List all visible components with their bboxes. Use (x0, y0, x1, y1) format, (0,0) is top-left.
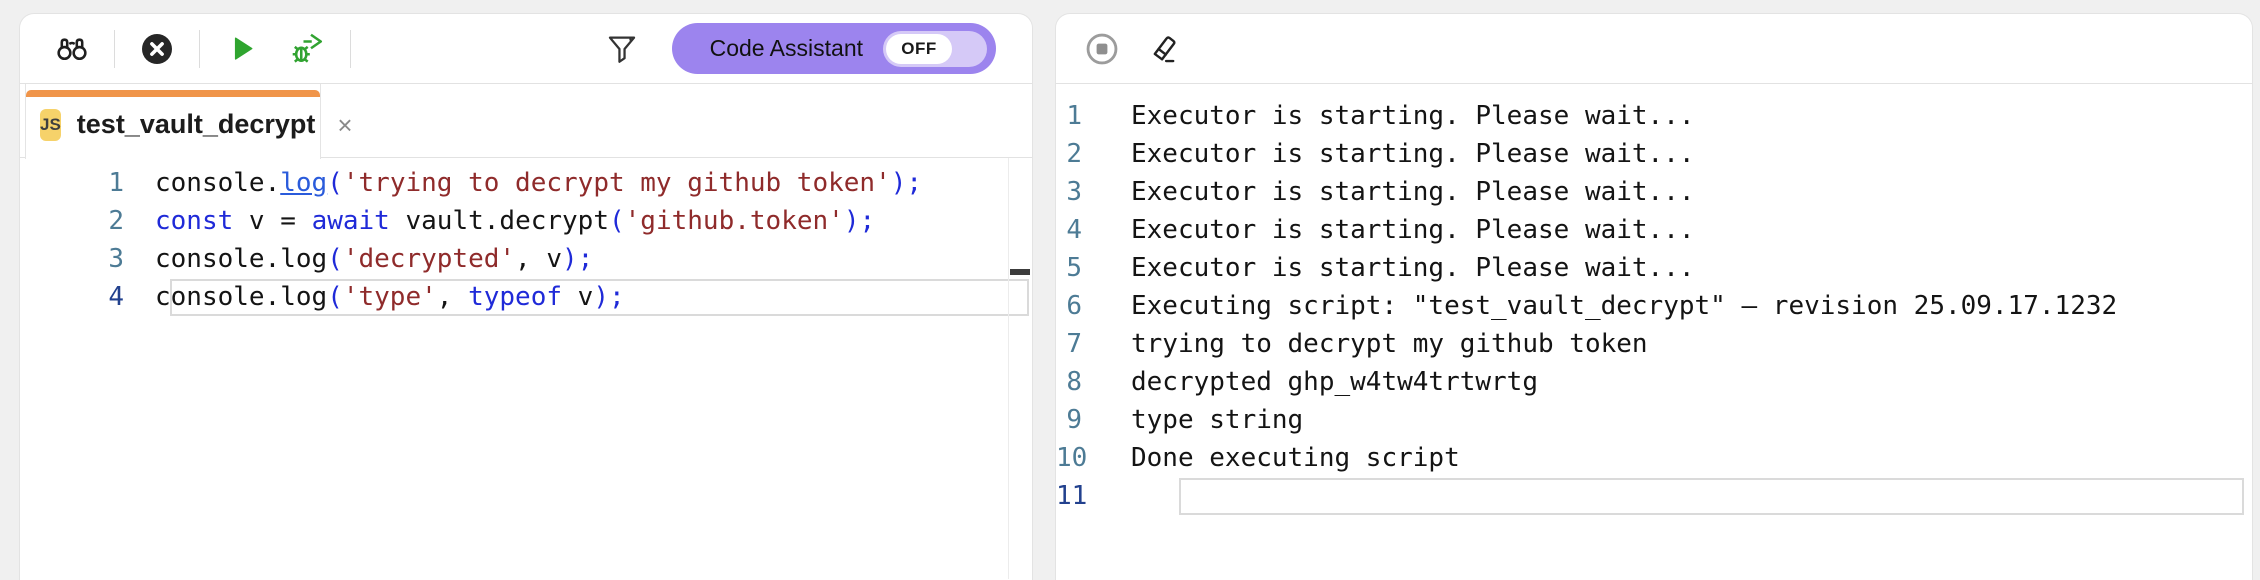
tab-strip: JS test_vault_decrypt × (20, 84, 1032, 159)
filter-button[interactable] (600, 27, 644, 71)
line-number[interactable]: 4 (20, 278, 155, 316)
console-text: decrypted ghp_w4tw4trtwrtg (1131, 367, 1538, 397)
console-line: 5 Executor is starting. Please wait... (1056, 249, 2252, 287)
line-number[interactable]: 1 (20, 164, 155, 202)
console-toolbar (1056, 14, 2252, 84)
stop-circle-icon (1084, 31, 1120, 67)
toggle-track[interactable]: OFF (883, 30, 987, 67)
console-text: trying to decrypt my github token (1131, 329, 1648, 359)
code-text: console.log('trying to decrypt my github… (155, 168, 923, 198)
console-current-line-highlight (1179, 478, 2244, 515)
stop-output-button[interactable] (1080, 27, 1124, 71)
console-text: Executor is starting. Please wait... (1131, 101, 1695, 131)
js-file-icon: JS (40, 108, 61, 141)
console-line-number: 10 (1056, 443, 1088, 473)
console-line: 3 Executor is starting. Please wait... (1056, 173, 2252, 211)
code-line[interactable]: 1 console.log('trying to decrypt my githu… (20, 164, 1032, 202)
console-line: 11 (1056, 477, 2252, 515)
console-text: Done executing script (1131, 443, 1460, 473)
console-text: type string (1131, 405, 1304, 435)
code-line[interactable]: 2 const v = await vault.decrypt('github.t… (20, 202, 1032, 240)
console-line-number: 1 (1066, 101, 1082, 131)
stop-script-button[interactable] (135, 27, 179, 71)
editor-scrollbar-thumb[interactable] (1010, 269, 1030, 275)
code-text: console.log('decrypted', v); (155, 244, 594, 274)
console-line: 8 decrypted ghp_w4tw4trtwrtg (1056, 363, 2252, 401)
active-tab-accent (26, 90, 320, 97)
code-text: const v = await vault.decrypt('github.to… (155, 206, 876, 236)
code-assistant-label: Code Assistant (709, 35, 863, 61)
console-line-number: 6 (1066, 291, 1082, 321)
console-line: 1 Executor is starting. Please wait... (1056, 97, 2252, 135)
console-text: Executing script: "test_vault_decrypt" –… (1131, 291, 2118, 321)
tab-test-vault-decrypt[interactable]: JS test_vault_decrypt × (25, 84, 353, 159)
clear-console-button[interactable] (1142, 27, 1186, 71)
console-line-number: 8 (1066, 367, 1082, 397)
code-editor[interactable]: 1 console.log('trying to decrypt my githu… (20, 158, 1032, 579)
toolbar-separator (114, 29, 115, 68)
binoculars-icon (54, 31, 90, 67)
close-x-icon[interactable]: × (337, 112, 352, 138)
console-output: 1 Executor is starting. Please wait... 2 Ex… (1056, 84, 2252, 515)
console-line: 2 Executor is starting. Please wait... (1056, 135, 2252, 173)
console-line: 6 Executing script: "test_vault_decrypt" … (1056, 287, 2252, 325)
editor-toolbar: Code Assistant OFF (20, 14, 1032, 84)
console-text: Executor is starting. Please wait... (1131, 215, 1695, 245)
console-line-number: 2 (1066, 139, 1082, 169)
editor-panel: Code Assistant OFF JS test_vault_decrypt… (20, 14, 1032, 580)
console-line-number: 7 (1066, 329, 1082, 359)
toolbar-separator (199, 29, 200, 68)
eraser-icon (1147, 32, 1181, 66)
line-number[interactable]: 3 (20, 240, 155, 278)
code-text: console.log('type', typeof v); (155, 282, 625, 312)
console-line: 10 Done executing script (1056, 439, 2252, 477)
code-line[interactable]: 3 console.log('decrypted', v); (20, 240, 1032, 278)
funnel-icon (605, 32, 639, 66)
search-button[interactable] (50, 27, 94, 71)
console-line-number: 4 (1066, 215, 1082, 245)
console-panel: 1 Executor is starting. Please wait... 2 Ex… (1056, 14, 2252, 580)
editor-scroll-gutter (1008, 158, 1009, 579)
console-line: 7 trying to decrypt my github token (1056, 325, 2252, 363)
console-line-number: 9 (1066, 405, 1082, 435)
console-line-number: 11 (1056, 481, 1088, 511)
console-line: 9 type string (1056, 401, 2252, 439)
run-button[interactable] (220, 27, 264, 71)
tab-title: test_vault_decrypt (76, 109, 316, 139)
console-text: Executor is starting. Please wait... (1131, 139, 1695, 169)
toggle-knob: OFF (886, 33, 952, 64)
console-text: Executor is starting. Please wait... (1131, 177, 1695, 207)
play-icon (225, 32, 259, 66)
console-text: Executor is starting. Please wait... (1131, 253, 1695, 283)
console-line: 4 Executor is starting. Please wait... (1056, 211, 2252, 249)
debug-button[interactable] (286, 27, 330, 71)
toolbar-separator (350, 29, 351, 68)
bug-arrow-icon (290, 31, 326, 67)
console-line-number: 3 (1066, 177, 1082, 207)
console-line-number: 5 (1066, 253, 1082, 283)
code-line[interactable]: 4 console.log('type', typeof v); (20, 278, 1032, 316)
code-assistant-toggle[interactable]: Code Assistant OFF (671, 23, 996, 74)
x-circle-icon (139, 31, 175, 67)
line-number[interactable]: 2 (20, 202, 155, 240)
